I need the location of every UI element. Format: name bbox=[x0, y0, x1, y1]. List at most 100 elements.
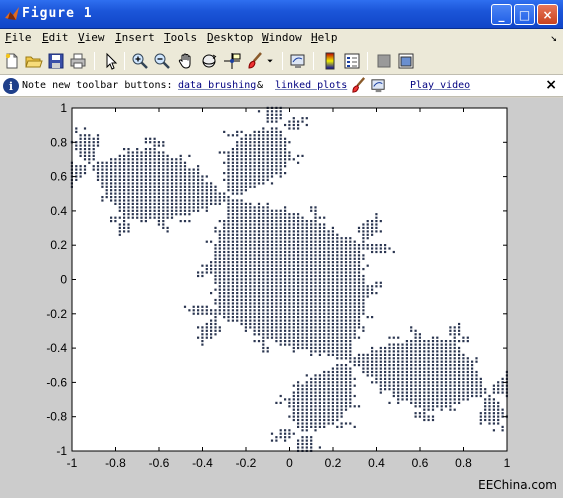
scatter-point bbox=[310, 350, 313, 353]
scatter-point bbox=[205, 305, 208, 308]
scatter-point bbox=[270, 302, 274, 305]
scatter-point bbox=[349, 333, 352, 336]
scatter-point bbox=[305, 271, 308, 274]
scatter-point bbox=[227, 209, 230, 212]
scatter-point bbox=[223, 223, 226, 226]
scatter-point bbox=[331, 305, 334, 308]
scatter-point bbox=[266, 151, 269, 154]
scatter-point bbox=[336, 302, 339, 305]
play-video-link[interactable]: Play video bbox=[410, 80, 470, 91]
scatter-point bbox=[123, 199, 126, 202]
data-cursor-button[interactable] bbox=[222, 51, 242, 71]
scatter-point bbox=[436, 364, 439, 367]
pan-button[interactable] bbox=[176, 51, 196, 71]
scatter-point bbox=[314, 278, 317, 281]
scatter-point bbox=[305, 401, 308, 404]
data-brushing-link[interactable]: data brushing bbox=[178, 80, 256, 91]
title-bar[interactable]: Figure 1 _ □ × bbox=[0, 0, 563, 29]
scatter-point bbox=[292, 326, 295, 329]
insert-colorbar-button[interactable] bbox=[320, 51, 340, 71]
zoom-out-button[interactable] bbox=[152, 51, 172, 71]
plot-axes[interactable]: -1 -0.8 -0.6 -0.4 -0.2 0 0.2 0.4 0.6 0.8 1 10.80.6… bbox=[0, 98, 563, 498]
save-figure-button[interactable] bbox=[46, 51, 66, 71]
scatter-point bbox=[375, 292, 378, 295]
scatter-point bbox=[353, 298, 356, 302]
scatter-point bbox=[327, 250, 330, 254]
scatter-point bbox=[418, 346, 421, 350]
scatter-point bbox=[144, 168, 147, 171]
scatter-point bbox=[331, 247, 334, 250]
scatter-point bbox=[344, 405, 348, 408]
menu-tools[interactable]: Tools bbox=[164, 31, 197, 44]
scatter-point bbox=[318, 391, 321, 394]
minimize-button[interactable]: _ bbox=[491, 4, 512, 25]
scatter-point bbox=[379, 285, 382, 288]
menu-file[interactable]: File bbox=[5, 31, 32, 44]
scatter-point bbox=[427, 398, 430, 401]
open-file-button[interactable] bbox=[24, 51, 44, 71]
info-close-icon[interactable]: × bbox=[545, 77, 557, 93]
scatter-point bbox=[266, 302, 269, 305]
scatter-point bbox=[288, 141, 291, 144]
menu-help[interactable]: Help bbox=[311, 31, 338, 44]
scatter-point bbox=[110, 182, 113, 185]
scatter-point bbox=[431, 377, 435, 380]
menu-window[interactable]: Window bbox=[262, 31, 302, 44]
brush-dropdown-button[interactable] bbox=[264, 51, 276, 71]
link-plot-button[interactable] bbox=[288, 51, 308, 71]
scatter-point bbox=[284, 322, 287, 326]
scatter-point bbox=[118, 216, 121, 219]
rotate-3d-button[interactable] bbox=[199, 51, 219, 71]
zoom-in-button[interactable] bbox=[130, 51, 150, 71]
scatter-point bbox=[288, 226, 291, 229]
scatter-point bbox=[231, 209, 234, 212]
scatter-point bbox=[349, 305, 352, 308]
scatter-point bbox=[423, 391, 426, 394]
scatter-point bbox=[297, 415, 300, 418]
close-button[interactable]: × bbox=[537, 4, 558, 25]
scatter-point bbox=[110, 192, 113, 195]
scatter-point bbox=[427, 370, 430, 374]
brush-button[interactable] bbox=[245, 51, 265, 71]
scatter-point bbox=[492, 418, 495, 422]
scatter-point bbox=[401, 388, 404, 391]
scatter-point bbox=[197, 165, 200, 168]
show-plot-tools-button[interactable] bbox=[396, 51, 416, 71]
hide-plot-tools-button[interactable] bbox=[374, 51, 394, 71]
scatter-point bbox=[297, 418, 300, 422]
scatter-point bbox=[162, 182, 165, 185]
scatter-point bbox=[318, 292, 321, 295]
figure-canvas[interactable]: -1 -0.8 -0.6 -0.4 -0.2 0 0.2 0.4 0.6 0.8 1 1 0.8 0.6… bbox=[0, 98, 563, 498]
scatter-point bbox=[362, 312, 365, 315]
menu-view[interactable]: View bbox=[78, 31, 105, 44]
scatter-point bbox=[284, 233, 287, 236]
scatter-point bbox=[262, 281, 265, 284]
linked-plots-link[interactable]: linked plots bbox=[275, 80, 347, 91]
scatter-point bbox=[166, 230, 169, 233]
scatter-point bbox=[284, 141, 287, 144]
menu-dock-arrow-icon[interactable]: ↘ bbox=[550, 31, 557, 44]
scatter-point bbox=[223, 161, 226, 164]
scatter-point bbox=[231, 175, 234, 178]
menu-edit[interactable]: Edit bbox=[42, 31, 69, 44]
scatter-point bbox=[314, 295, 317, 298]
scatter-point bbox=[249, 264, 252, 267]
edit-plot-button[interactable] bbox=[101, 51, 121, 71]
menu-insert[interactable]: Insert bbox=[115, 31, 155, 44]
insert-legend-button[interactable] bbox=[342, 51, 362, 71]
menu-desktop[interactable]: Desktop bbox=[207, 31, 253, 44]
scatter-point bbox=[244, 137, 247, 140]
scatter-point bbox=[197, 192, 200, 195]
scatter-point bbox=[436, 394, 439, 398]
new-figure-button[interactable] bbox=[2, 51, 22, 71]
scatter-point bbox=[92, 168, 95, 171]
scatter-point bbox=[131, 154, 134, 157]
scatter-point bbox=[449, 367, 452, 370]
scatter-point bbox=[192, 206, 195, 209]
maximize-button[interactable]: □ bbox=[514, 4, 535, 25]
scatter-point bbox=[227, 223, 230, 226]
scatter-point bbox=[423, 418, 426, 422]
scatter-point bbox=[149, 175, 152, 178]
print-figure-button[interactable] bbox=[68, 51, 88, 71]
scatter-point bbox=[305, 346, 308, 350]
